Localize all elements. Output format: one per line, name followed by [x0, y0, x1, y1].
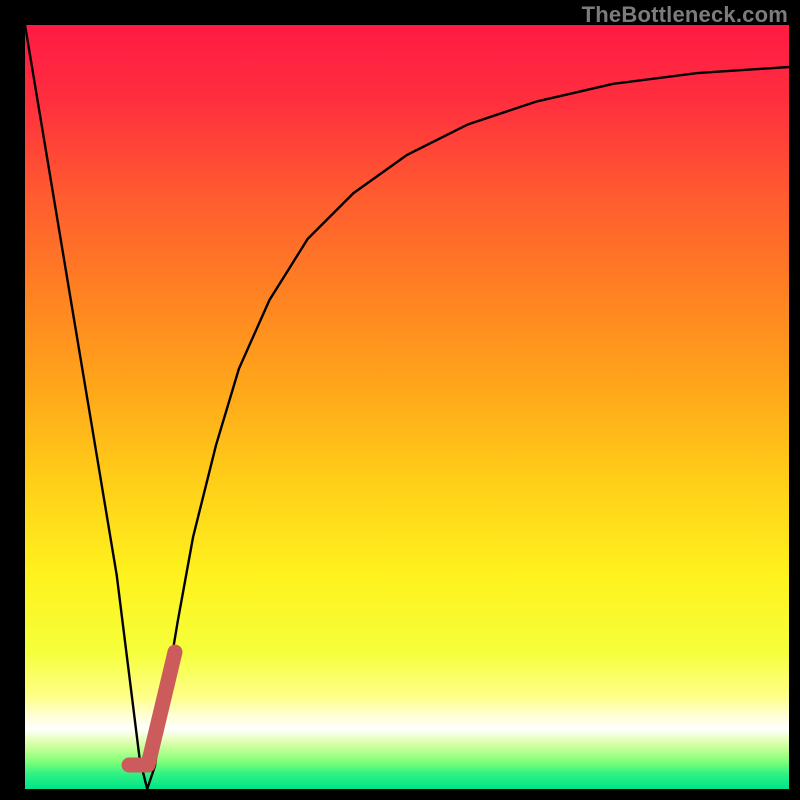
plot-background-gradient — [25, 25, 789, 789]
watermark-label: TheBottleneck.com — [582, 2, 788, 28]
bottleneck-chart — [0, 0, 800, 800]
chart-frame — [0, 0, 800, 800]
